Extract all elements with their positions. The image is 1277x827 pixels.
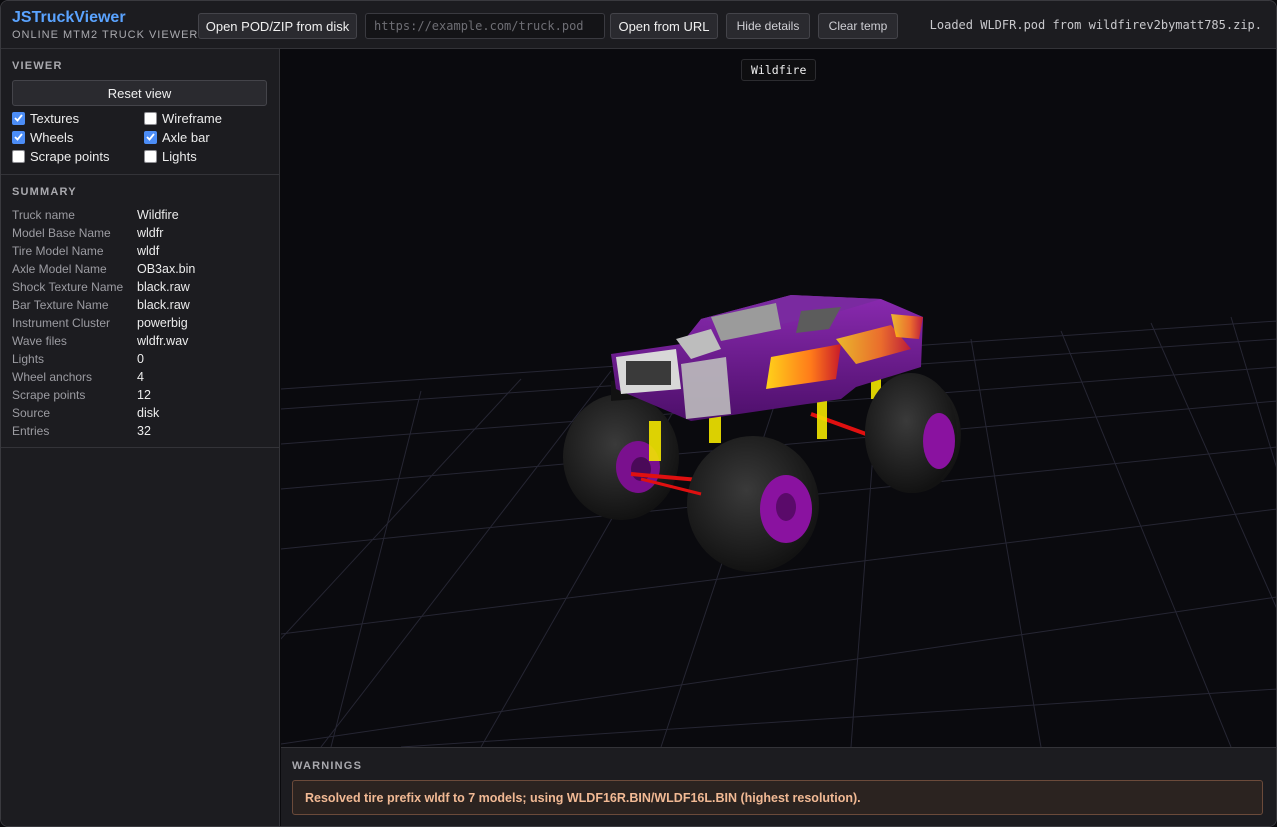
summary-value: black.raw: [137, 298, 190, 312]
summary-value: Wildfire: [137, 208, 179, 222]
viewer-section: VIEWER Reset view Textures Wireframe Wheel…: [1, 49, 279, 175]
summary-value: powerbig: [137, 316, 188, 330]
warnings-panel: WARNINGS Resolved tire prefix wldf to 7 …: [281, 747, 1276, 826]
viewer-section-title: VIEWER: [12, 60, 63, 72]
sidebar: VIEWER Reset view Textures Wireframe Wheel…: [1, 49, 280, 826]
checkbox-textures[interactable]: [12, 111, 25, 125]
summary-table: Truck name Wildfire Model Base Name wldfr Ti…: [12, 206, 274, 440]
option-axle-bar[interactable]: Axle bar: [144, 129, 272, 145]
open-url-button[interactable]: Open from URL: [610, 13, 718, 39]
summary-row: Bar Texture Name black.raw: [12, 296, 274, 314]
viewer-options: Textures Wireframe Wheels Axle bar Scrape po…: [12, 110, 272, 164]
truck-name-label: Wildfire: [741, 59, 817, 81]
option-label: Lights: [162, 148, 197, 164]
clear-temp-button[interactable]: Clear temp: [818, 13, 898, 39]
summary-row: Scrape points 12: [12, 386, 274, 404]
warnings-section-title: WARNINGS: [292, 760, 363, 772]
summary-key: Bar Texture Name: [12, 298, 109, 312]
open-disk-button[interactable]: Open POD/ZIP from disk: [198, 13, 357, 39]
summary-section: SUMMARY Truck name Wildfire Model Base Nam…: [1, 175, 279, 448]
summary-row: Entries 32: [12, 422, 274, 440]
option-textures[interactable]: Textures: [12, 110, 144, 126]
summary-row: Wave files wldfr.wav: [12, 332, 274, 350]
summary-key: Instrument Cluster: [12, 316, 111, 330]
summary-value: 32: [137, 424, 151, 438]
wheel-rear-left: [563, 394, 679, 520]
app-window: JSTruckViewer ONLINE MTM2 TRUCK VIEWER O…: [0, 0, 1277, 827]
summary-key: Axle Model Name: [12, 262, 107, 276]
option-wheels[interactable]: Wheels: [12, 129, 144, 145]
option-label: Wireframe: [162, 110, 222, 126]
checkbox-lights[interactable]: [144, 149, 157, 163]
option-lights[interactable]: Lights: [144, 148, 272, 164]
summary-key: Entries: [12, 424, 50, 438]
summary-key: Truck name: [12, 208, 75, 222]
summary-key: Model Base Name: [12, 226, 111, 240]
summary-key: Source: [12, 406, 51, 420]
summary-row: Instrument Cluster powerbig: [12, 314, 274, 332]
summary-row: Shock Texture Name black.raw: [12, 278, 274, 296]
option-label: Textures: [30, 110, 80, 126]
summary-row: Axle Model Name OB3ax.bin: [12, 260, 274, 278]
checkbox-wheels[interactable]: [12, 130, 25, 144]
summary-value: 4: [137, 370, 144, 384]
app-title: JSTruckViewer: [12, 9, 126, 26]
summary-value: black.raw: [137, 280, 190, 294]
scene-canvas[interactable]: [281, 49, 1277, 747]
summary-value: wldf: [137, 244, 160, 258]
brand: JSTruckViewer ONLINE MTM2 TRUCK VIEWER: [12, 9, 198, 42]
summary-value: 12: [137, 388, 151, 402]
3d-viewport[interactable]: Wildfire: [281, 49, 1277, 747]
reset-view-button[interactable]: Reset view: [12, 80, 267, 106]
summary-key: Wave files: [12, 334, 67, 348]
option-label: Axle bar: [162, 129, 210, 145]
summary-row: Wheel anchors 4: [12, 368, 274, 386]
hide-details-button[interactable]: Hide details: [726, 13, 810, 39]
summary-value: 0: [137, 352, 144, 366]
summary-value: OB3ax.bin: [137, 262, 196, 276]
option-scrape-points[interactable]: Scrape points: [12, 148, 144, 164]
wheel-front-right: [865, 373, 957, 493]
summary-key: Shock Texture Name: [12, 280, 124, 294]
summary-row: Source disk: [12, 404, 274, 422]
top-toolbar: JSTruckViewer ONLINE MTM2 TRUCK VIEWER O…: [1, 1, 1276, 49]
app-subtitle: ONLINE MTM2 TRUCK VIEWER: [12, 29, 199, 41]
summary-row: Lights 0: [12, 350, 274, 368]
checkbox-scrape-points[interactable]: [12, 149, 25, 163]
url-input[interactable]: [365, 13, 605, 39]
summary-value: wldfr: [137, 226, 164, 240]
checkbox-wireframe[interactable]: [144, 111, 157, 125]
summary-row: Model Base Name wldfr: [12, 224, 274, 242]
status-text: Loaded WLDFR.pod from wildfirev2bymatt78…: [929, 18, 1262, 32]
summary-value: disk: [137, 406, 160, 420]
summary-section-title: SUMMARY: [12, 186, 77, 198]
summary-key: Wheel anchors: [12, 370, 93, 384]
summary-value: wldfr.wav: [137, 334, 189, 348]
warning-message: Resolved tire prefix wldf to 7 models; u…: [292, 780, 1263, 815]
wheel-front-left: [687, 436, 819, 572]
summary-key: Scrape points: [12, 388, 86, 402]
summary-row: Truck name Wildfire: [12, 206, 274, 224]
checkbox-axle-bar[interactable]: [144, 130, 157, 144]
summary-row: Tire Model Name wldf: [12, 242, 274, 260]
summary-key: Lights: [12, 352, 45, 366]
summary-key: Tire Model Name: [12, 244, 104, 258]
option-wireframe[interactable]: Wireframe: [144, 110, 272, 126]
option-label: Wheels: [30, 129, 74, 145]
option-label: Scrape points: [30, 148, 110, 164]
